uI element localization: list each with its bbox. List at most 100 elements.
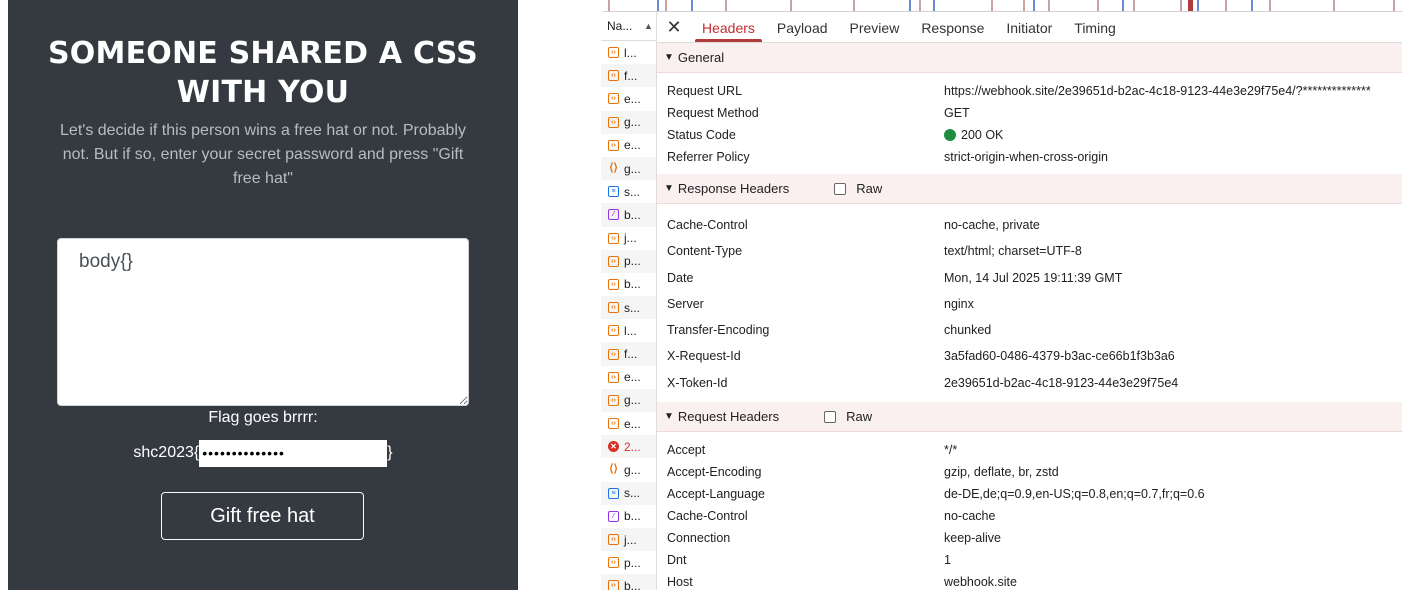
general-rows: Request URL https://webhook.site/2e39651d… [657, 73, 1402, 174]
request-row[interactable]: ‹› b... [601, 574, 656, 590]
tab-initiator[interactable]: Initiator [995, 12, 1063, 42]
collapse-triangle-icon: ▼ [664, 411, 674, 423]
request-name: b... [624, 207, 641, 222]
header-row: Cache-Control no-cache, private [657, 212, 1402, 238]
close-icon[interactable]: ✕ [657, 17, 691, 38]
document-icon: ‹› [608, 93, 619, 105]
tab-headers[interactable]: Headers [691, 12, 766, 42]
request-row[interactable]: ‹› f... [601, 342, 656, 366]
network-overview-timeline[interactable] [603, 0, 1402, 12]
gift-free-hat-button[interactable]: Gift free hat [161, 492, 364, 540]
devtools-network-panel: Na... ▲ ‹› l... ‹› f... ‹› e... ‹› g... ‹› e... ⟨⟩ g… [601, 0, 1402, 590]
page-description: Let's decide if this person wins a free … [60, 122, 466, 187]
header-value[interactable]: chunked [944, 317, 991, 343]
request-name: g... [624, 115, 641, 130]
request-row[interactable]: ‹› l... [601, 41, 656, 64]
header-name: Host [667, 575, 693, 590]
header-name: X-Token-Id [667, 375, 728, 390]
header-value[interactable]: Mon, 14 Jul 2025 19:11:39 GMT [944, 265, 1122, 291]
header-row: X-Token-Id 2e39651d-b2ac-4c18-9123-44e3e2… [657, 370, 1402, 396]
document-icon: ‹› [608, 557, 619, 569]
name-column-header[interactable]: Na... ▲ [601, 12, 656, 41]
tab-payload[interactable]: Payload [766, 12, 839, 42]
flag-suffix: } [387, 444, 393, 461]
header-value[interactable]: webhook.site [944, 571, 1017, 590]
header-value[interactable]: nginx [944, 291, 974, 317]
header-value[interactable]: gzip, deflate, br, zstd [944, 461, 1059, 483]
request-name: b... [624, 578, 641, 590]
script-icon: ⟨⟩ [609, 463, 618, 476]
header-value[interactable]: 2e39651d-b2ac-4c18-9123-44e3e29f75e4 [944, 370, 1178, 396]
general-section-header[interactable]: ▼ General [657, 43, 1402, 73]
header-value[interactable]: 3a5fad60-0486-4379-b3ac-ce66b1f3b3a6 [944, 343, 1175, 369]
request-headers-section-header[interactable]: ▼ Request Headers Raw [657, 402, 1402, 433]
tab-response[interactable]: Response [910, 12, 995, 42]
request-row[interactable]: ≡ s... [601, 180, 656, 203]
details-tabbar: ✕ Headers Payload Preview Response Initi… [657, 12, 1402, 43]
request-row[interactable]: ✕ 2... [601, 435, 656, 459]
header-value[interactable]: 200 OK [944, 124, 1003, 146]
request-row[interactable]: ‹› l... [601, 319, 656, 342]
request-row[interactable]: ‹› s... [601, 296, 656, 320]
header-value[interactable]: keep-alive [944, 527, 1001, 549]
page-title: SOMEONE SHARED A CSS WITH YOU [48, 36, 478, 110]
request-row[interactable]: ‹› b... [601, 273, 656, 296]
document-icon: ‹› [608, 371, 619, 383]
header-value[interactable]: 1 [944, 549, 951, 571]
header-value[interactable]: https://webhook.site/2e39651d-b2ac-4c18-… [944, 80, 1371, 102]
header-value[interactable]: text/html; charset=UTF-8 [944, 238, 1082, 264]
raw-checkbox[interactable] [834, 182, 847, 195]
header-value[interactable]: no-cache, private [944, 212, 1040, 238]
request-row[interactable]: ‹› e... [601, 412, 656, 435]
document-icon: ‹› [608, 348, 619, 360]
error-icon: ✕ [608, 441, 619, 453]
request-row[interactable]: ‹› j... [601, 227, 656, 250]
request-name: b... [624, 509, 641, 524]
raw-toggle[interactable]: Raw [824, 409, 872, 424]
header-row: Dnt 1 [657, 549, 1402, 571]
request-row[interactable]: ‹› g... [601, 110, 656, 134]
request-row[interactable]: ‹› g... [601, 388, 656, 412]
request-row[interactable]: ‹› f... [601, 64, 656, 88]
password-input[interactable] [199, 439, 388, 467]
header-value[interactable]: */* [944, 439, 957, 461]
raw-checkbox[interactable] [824, 410, 837, 423]
header-value[interactable]: GET [944, 102, 970, 124]
request-row[interactable]: ‹› j... [601, 527, 656, 552]
request-name: e... [624, 416, 641, 431]
document-icon: ‹› [608, 580, 619, 590]
request-row[interactable]: ⟨⟩ g... [601, 156, 656, 181]
response-headers-section-header[interactable]: ▼ Response Headers Raw [657, 174, 1402, 204]
header-row: Accept-Language de-DE,de;q=0.9,en-US;q=0.… [657, 483, 1402, 505]
request-row[interactable]: ≡ s... [601, 481, 656, 505]
tab-preview[interactable]: Preview [839, 12, 911, 42]
request-name: p... [624, 254, 641, 269]
request-row[interactable]: ‹› p... [601, 249, 656, 273]
header-row: Request Method GET [657, 102, 1402, 124]
request-row[interactable]: ⁄ b... [601, 505, 656, 528]
header-value[interactable]: no-cache [944, 505, 995, 527]
request-row[interactable]: ‹› e... [601, 87, 656, 110]
header-value[interactable]: strict-origin-when-cross-origin [944, 146, 1108, 168]
request-name: e... [624, 91, 641, 106]
request-name: l... [624, 45, 637, 60]
sort-ascending-icon: ▲ [644, 21, 653, 31]
header-row: Referrer Policy strict-origin-when-cross-… [657, 146, 1402, 168]
document-icon: ‹› [608, 394, 619, 406]
request-header-rows: Accept */* Accept-Encoding gzip, deflate, b… [657, 432, 1402, 590]
request-row[interactable]: ⁄ b... [601, 203, 656, 227]
request-name: j... [624, 231, 637, 246]
header-name: Accept [667, 443, 706, 458]
css-input[interactable] [57, 238, 469, 406]
tab-timing[interactable]: Timing [1063, 12, 1127, 42]
header-row: Content-Type text/html; charset=UTF-8 [657, 238, 1402, 264]
document-icon: ‹› [608, 534, 619, 546]
request-row[interactable]: ‹› e... [601, 366, 656, 389]
raw-toggle[interactable]: Raw [834, 181, 882, 196]
header-name: Accept-Language [667, 487, 765, 502]
request-row[interactable]: ‹› e... [601, 134, 656, 157]
request-row[interactable]: ⟨⟩ g... [601, 458, 656, 481]
header-value[interactable]: de-DE,de;q=0.9,en-US;q=0.8,en;q=0.7,fr;q… [944, 483, 1205, 505]
request-row[interactable]: ‹› p... [601, 551, 656, 574]
header-row: Host webhook.site [657, 571, 1402, 590]
